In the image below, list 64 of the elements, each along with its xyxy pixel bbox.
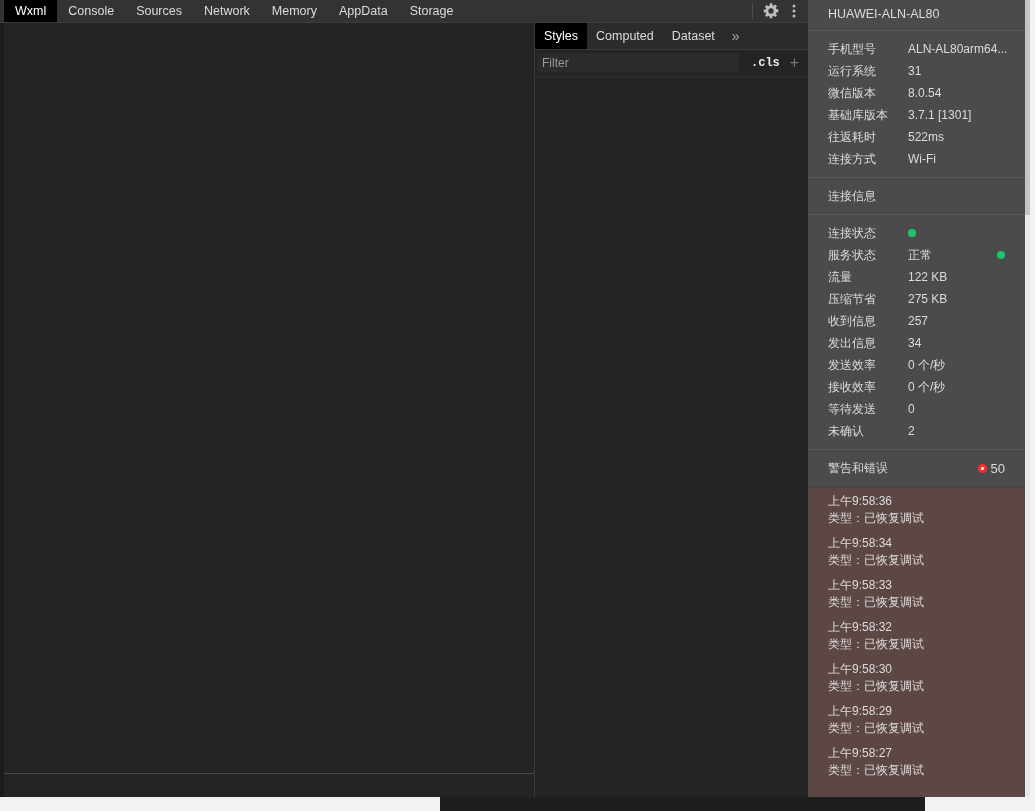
info-label: 压缩节省	[828, 290, 877, 308]
log-time: 上午9:58:29	[828, 703, 894, 720]
info-label: 连接方式	[828, 150, 877, 168]
log-message: 类型：已恢复调试	[828, 510, 925, 527]
styles-tab[interactable]: Styles	[535, 23, 588, 49]
info-label: 流量	[828, 268, 853, 286]
info-label: 发出信息	[828, 334, 877, 352]
info-value: 122 KB	[908, 270, 948, 284]
info-label: 等待发送	[828, 400, 877, 418]
styles-tab[interactable]: Dataset	[662, 23, 724, 49]
info-label: 运行系统	[828, 62, 877, 80]
log-time: 上午9:58:30	[828, 661, 894, 678]
panel-tab[interactable]: Sources	[125, 0, 193, 22]
panel-tab[interactable]: Memory	[260, 0, 328, 22]
log-time: 上午9:58:32	[828, 619, 894, 636]
log-time: 上午9:58:33	[828, 577, 894, 594]
log-message: 类型：已恢复调试	[828, 762, 925, 779]
section-heading: 警告和错误	[828, 459, 888, 477]
info-label: 接收效率	[828, 378, 877, 396]
more-tabs-button[interactable]: »	[723, 23, 748, 49]
info-value: Wi-Fi	[908, 152, 936, 166]
log-time: 上午9:58:27	[828, 745, 894, 762]
scrollbar-thumb[interactable]	[1025, 0, 1030, 215]
log-message: 类型：已恢复调试	[828, 552, 925, 569]
log-time: 上午9:58:36	[828, 493, 894, 510]
panel-tab[interactable]: Wxml	[4, 0, 58, 22]
log-message: 类型：已恢复调试	[828, 720, 925, 737]
info-label: 连接状态	[828, 224, 877, 242]
info-value: 2	[908, 424, 915, 438]
info-value: 31	[908, 64, 922, 78]
info-value: 8.0.54	[908, 86, 942, 100]
info-label: 微信版本	[828, 84, 877, 102]
info-value: 正常	[908, 246, 932, 264]
info-value: 0	[908, 402, 915, 416]
info-label: 服务状态	[828, 246, 877, 264]
info-value: 3.7.1 [1301]	[908, 108, 972, 122]
warning-count: 50	[990, 460, 1005, 476]
settings-icon[interactable]	[763, 3, 779, 19]
panel-tab[interactable]: Console	[57, 0, 126, 22]
info-value: 0 个/秒	[908, 356, 946, 374]
cls-button[interactable]: .cls	[747, 55, 784, 70]
info-label: 发送效率	[828, 356, 877, 374]
info-value: 257	[908, 314, 929, 328]
panel-tab[interactable]: Network	[193, 0, 261, 22]
info-label: 往返耗时	[828, 128, 877, 146]
info-value: 522ms	[908, 130, 945, 144]
error-icon	[977, 463, 987, 473]
more-icon[interactable]	[792, 4, 796, 18]
info-label: 收到信息	[828, 312, 877, 330]
panel-tab[interactable]: AppData	[328, 0, 399, 22]
info-label: 未确认	[828, 422, 865, 440]
styles-tab[interactable]: Computed	[587, 23, 663, 49]
info-label: 手机型号	[828, 40, 877, 58]
filter-field[interactable]: Filter	[537, 53, 739, 72]
info-value: 275 KB	[908, 292, 948, 306]
log-message: 类型：已恢复调试	[828, 636, 925, 653]
info-value: ALN-AL80arm64...	[908, 42, 1008, 56]
log-time: 上午9:58:34	[828, 535, 894, 552]
info-label: 基础库版本	[828, 106, 889, 124]
log-message: 类型：已恢复调试	[828, 594, 925, 611]
info-value: 34	[908, 336, 922, 350]
log-message: 类型：已恢复调试	[828, 678, 925, 695]
panel-tab[interactable]: Storage	[398, 0, 465, 22]
info-value: 0 个/秒	[908, 378, 946, 396]
